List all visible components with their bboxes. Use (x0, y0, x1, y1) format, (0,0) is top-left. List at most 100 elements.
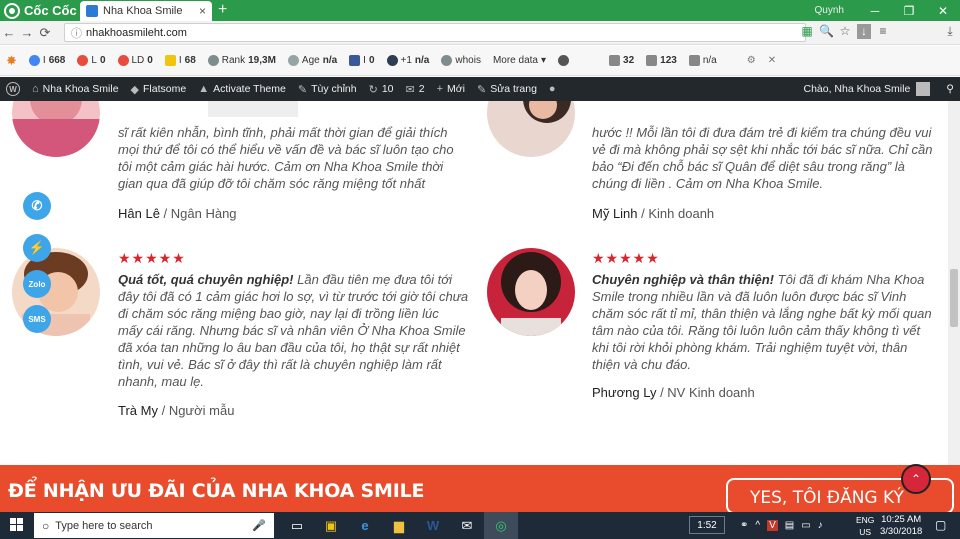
network-icon[interactable]: ▤ (785, 520, 794, 531)
review-quote-my-linh: hước !! Mỗi lần tôi đi đưa đám trẻ đi ki… (592, 125, 933, 191)
wp-search-icon[interactable]: ⚲ (946, 83, 954, 95)
mail-icon[interactable]: ✉ (450, 512, 484, 539)
seo-stat-1[interactable]: 32 (609, 55, 634, 66)
seo-stat-2[interactable]: 123 (646, 55, 677, 66)
minimize-icon[interactable]: ─ (858, 4, 892, 18)
wp-new[interactable]: + Mới (431, 83, 471, 95)
zalo-button[interactable]: Zolo (23, 270, 51, 298)
browser-tabbar: Cốc Cốc Nha Khoa Smile × + Quynh ─ ❐ ✕ (0, 0, 960, 21)
stat-icon (646, 55, 658, 66)
messenger-button[interactable]: ⚡ (23, 234, 51, 262)
review-quote-phuong-ly: Chuyên nghiệp và thân thiện! Tôi đã đi k… (592, 272, 932, 372)
url-input[interactable]: ⓘ nhakhoasmileht.com (64, 23, 806, 42)
seo-whois[interactable]: whois (441, 55, 481, 66)
seo-age[interactable]: Age n/a (287, 55, 337, 66)
people-icon[interactable]: ⚭ (740, 520, 748, 531)
info-icon[interactable]: ⓘ (71, 25, 82, 41)
seo-stat-3[interactable]: n/a (688, 55, 717, 66)
maximize-icon[interactable]: ❐ (892, 4, 926, 18)
links-icon (77, 55, 89, 66)
review-author-tra-my: Trà My / Người mẫu (118, 403, 235, 418)
wp-activate-theme[interactable]: ▲ Activate Theme (192, 83, 292, 95)
back-icon[interactable]: ← (0, 25, 18, 40)
url-text: nhakhoasmileht.com (86, 26, 187, 39)
wp-logo[interactable]: W (0, 82, 26, 96)
download-bar-icon[interactable]: ⤓ (943, 24, 957, 39)
word-icon[interactable]: W (416, 512, 450, 539)
taskbar-search-input[interactable]: ○ Type here to search 🎤 (34, 513, 274, 538)
sms-label: SMS (28, 314, 46, 324)
volume-icon[interactable]: ♪ (818, 520, 823, 531)
store-icon[interactable]: ▣ (314, 512, 348, 539)
avatar-my-linh-image (487, 101, 575, 157)
seo-links[interactable]: L0 (77, 55, 106, 66)
zoom-icon[interactable]: 🔍 (819, 24, 834, 39)
google-icon (28, 55, 40, 66)
new-tab-button[interactable]: + (218, 1, 227, 19)
coccoc-taskbar-icon[interactable]: ◎ (484, 512, 518, 539)
seo-close-icon[interactable]: ✕ (768, 55, 776, 66)
wp-admin-bar: W ⌂ Nha Khoa Smile ◆ Flatsome ▲ Activate Th… (0, 77, 960, 101)
battery-icon[interactable]: ▭ (801, 520, 810, 531)
plus-icon: + (436, 83, 443, 95)
wp-comments[interactable]: ✉ 2 (400, 83, 431, 96)
seo-linking-domains[interactable]: LD 0 (117, 55, 153, 66)
avatar-phuong-ly-image (487, 248, 575, 336)
circle-icon (558, 55, 570, 66)
seo-bing-index[interactable]: I 68 (164, 55, 196, 66)
sms-button[interactable]: SMS (23, 305, 51, 333)
wp-seo-status[interactable]: ● (543, 83, 562, 95)
edge-icon[interactable]: e (348, 512, 382, 539)
search-circle-icon: ○ (42, 518, 50, 533)
review-author-han-le: Hân Lê / Ngân Hàng (118, 206, 237, 221)
browser-brand[interactable]: Cốc Cốc (4, 2, 77, 19)
download-icon[interactable]: ↓ (857, 24, 871, 39)
domains-icon (117, 55, 129, 66)
stat-icon (609, 55, 621, 66)
seoquake-icon[interactable]: ✸ (6, 53, 17, 69)
translate-icon[interactable]: ▦ (800, 24, 814, 39)
wp-edit-page[interactable]: ✎ Sửa trang (471, 83, 543, 96)
action-center-icon[interactable]: ▢ (935, 518, 946, 532)
wp-flatsome[interactable]: ◆ Flatsome (125, 83, 193, 96)
avatar-my-linh (487, 101, 575, 157)
reload-icon[interactable]: ⟳ (36, 25, 54, 41)
seo-settings-icon[interactable]: ⚙ (747, 55, 756, 66)
language-indicator[interactable]: ENG US (856, 514, 874, 538)
phone-call-button[interactable]: ✆ (23, 192, 51, 220)
stat-icon (688, 55, 700, 66)
browser-tab[interactable]: Nha Khoa Smile × (80, 1, 212, 21)
task-view-icon[interactable]: ▭ (280, 512, 314, 539)
taskbar-clock[interactable]: 10:25 AM 3/30/2018 (880, 514, 922, 538)
forward-icon[interactable]: → (18, 25, 36, 40)
microphone-icon[interactable]: 🎤 (252, 519, 266, 532)
taskbar-apps: ▭ ▣ e ▆ W ✉ ◎ (280, 512, 518, 539)
notification-up-icon[interactable]: ^ (755, 520, 760, 531)
file-explorer-icon[interactable]: ▆ (382, 512, 416, 539)
seo-google-index[interactable]: I 668 (28, 55, 65, 66)
browser-user[interactable]: Quynh (815, 5, 844, 16)
page-scrollbar[interactable] (948, 101, 960, 465)
seo-circle[interactable] (558, 55, 570, 66)
v-app-icon[interactable]: V (767, 520, 778, 531)
seo-toolbar: ✸ I 668 L0 LD 0 I 68 Rank 19,3M Age n/a I0 +1… (0, 46, 960, 76)
bookmark-star-icon[interactable]: ☆ (838, 24, 852, 39)
avatar-han-le-image (12, 101, 100, 157)
tab-close-icon[interactable]: × (199, 4, 206, 18)
wp-account[interactable]: Chào, Nha Khoa Smile ⚲ (803, 77, 954, 101)
back-to-top-button[interactable]: ⌃ (901, 464, 931, 494)
wp-site-name[interactable]: ⌂ Nha Khoa Smile (26, 83, 125, 95)
seo-gplus[interactable]: +1 n/a (386, 55, 429, 66)
site-favicon-icon (86, 5, 98, 17)
seo-more-data[interactable]: More data ▾ (493, 55, 546, 66)
windows-start-icon[interactable] (10, 518, 24, 532)
wordpress-icon: W (6, 82, 20, 96)
seo-rank[interactable]: Rank 19,3M (207, 55, 276, 66)
scrollbar-thumb[interactable] (950, 269, 958, 327)
seo-facebook[interactable]: I0 (349, 55, 375, 66)
wp-customize[interactable]: ✎ Tùy chỉnh (292, 83, 363, 96)
timer-widget[interactable]: 1:52 (689, 516, 725, 534)
wp-updates[interactable]: ↻ 10 (363, 83, 400, 96)
menu-icon[interactable]: ≡ (876, 24, 890, 39)
close-window-icon[interactable]: ✕ (926, 4, 960, 18)
